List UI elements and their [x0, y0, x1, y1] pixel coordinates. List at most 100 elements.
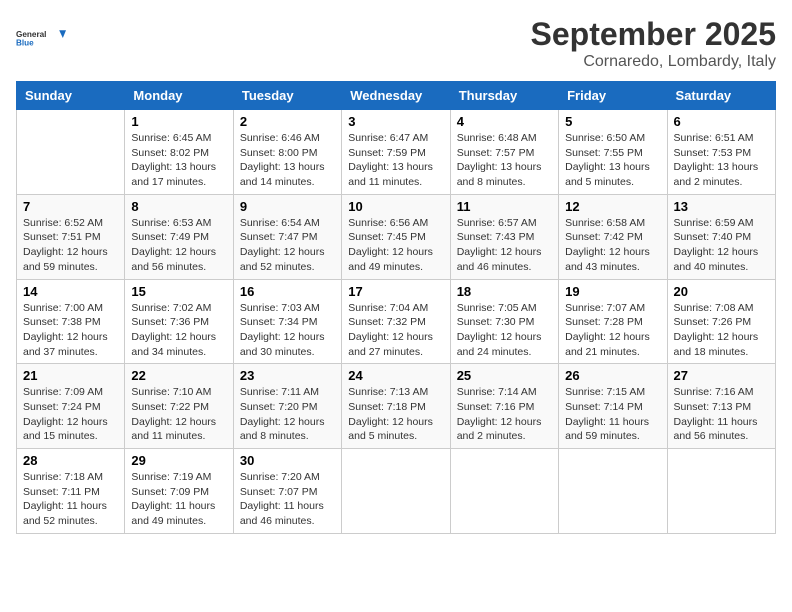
day-info: Sunrise: 7:10 AMSunset: 7:22 PMDaylight:…: [131, 385, 226, 444]
day-number: 10: [348, 199, 443, 214]
day-info: Sunrise: 7:15 AMSunset: 7:14 PMDaylight:…: [565, 385, 660, 444]
day-cell: 17 Sunrise: 7:04 AMSunset: 7:32 PMDayligh…: [342, 279, 450, 364]
location-title: Cornaredo, Lombardy, Italy: [531, 53, 776, 71]
day-cell: 8Sunrise: 6:53 AMSunset: 7:49 PMDaylight…: [125, 194, 233, 279]
day-cell: 30Sunrise: 7:20 AMSunset: 7:07 PMDayligh…: [233, 449, 341, 534]
day-number: 22: [131, 368, 226, 383]
day-number: 17: [348, 284, 443, 299]
day-number: 8: [131, 199, 226, 214]
day-cell: 24Sunrise: 7:13 AMSunset: 7:18 PMDayligh…: [342, 364, 450, 449]
day-info: Sunrise: 7:14 AMSunset: 7:16 PMDaylight:…: [457, 385, 552, 444]
svg-text:Blue: Blue: [16, 38, 34, 47]
day-number: 15: [131, 284, 226, 299]
day-info: Sunrise: 6:52 AMSunset: 7:51 PMDaylight:…: [23, 216, 118, 275]
day-cell: [342, 449, 450, 534]
day-cell: 12 Sunrise: 6:58 AMSunset: 7:42 PMDayligh…: [559, 194, 667, 279]
day-info: Sunrise: 6:50 AMSunset: 7:55 PMDaylight:…: [565, 131, 660, 190]
day-number: 3: [348, 114, 443, 129]
day-info: Sunrise: 7:13 AMSunset: 7:18 PMDaylight:…: [348, 385, 443, 444]
day-number: 19: [565, 284, 660, 299]
day-number: 6: [674, 114, 769, 129]
month-title: September 2025: [531, 16, 776, 53]
week-row-4: 21Sunrise: 7:09 AMSunset: 7:24 PMDayligh…: [17, 364, 776, 449]
day-info: Sunrise: 7:05 AMSunset: 7:30 PMDaylight:…: [457, 301, 552, 360]
day-info: Sunrise: 7:20 AMSunset: 7:07 PMDaylight:…: [240, 470, 335, 529]
day-info: Sunrise: 7:09 AMSunset: 7:24 PMDaylight:…: [23, 385, 118, 444]
day-info: Sunrise: 6:51 AMSunset: 7:53 PMDaylight:…: [674, 131, 769, 190]
header-day-friday: Friday: [559, 82, 667, 110]
day-info: Sunrise: 7:02 AMSunset: 7:36 PMDaylight:…: [131, 301, 226, 360]
day-info: Sunrise: 6:59 AMSunset: 7:40 PMDaylight:…: [674, 216, 769, 275]
day-info: Sunrise: 7:08 AMSunset: 7:26 PMDaylight:…: [674, 301, 769, 360]
day-cell: 29 Sunrise: 7:19 AMSunset: 7:09 PMDayligh…: [125, 449, 233, 534]
day-cell: 9 Sunrise: 6:54 AMSunset: 7:47 PMDaylight…: [233, 194, 341, 279]
day-number: 7: [23, 199, 118, 214]
day-cell: 2 Sunrise: 6:46 AMSunset: 8:00 PMDaylight…: [233, 110, 341, 195]
day-cell: 10 Sunrise: 6:56 AMSunset: 7:45 PMDayligh…: [342, 194, 450, 279]
day-number: 12: [565, 199, 660, 214]
day-cell: 28Sunrise: 7:18 AMSunset: 7:11 PMDayligh…: [17, 449, 125, 534]
day-cell: 6 Sunrise: 6:51 AMSunset: 7:53 PMDaylight…: [667, 110, 775, 195]
day-number: 25: [457, 368, 552, 383]
day-cell: 5 Sunrise: 6:50 AMSunset: 7:55 PMDaylight…: [559, 110, 667, 195]
day-number: 28: [23, 453, 118, 468]
day-cell: [450, 449, 558, 534]
day-info: Sunrise: 6:46 AMSunset: 8:00 PMDaylight:…: [240, 131, 335, 190]
day-info: Sunrise: 7:16 AMSunset: 7:13 PMDaylight:…: [674, 385, 769, 444]
day-cell: 14 Sunrise: 7:00 AMSunset: 7:38 PMDayligh…: [17, 279, 125, 364]
header-day-monday: Monday: [125, 82, 233, 110]
day-cell: 3 Sunrise: 6:47 AMSunset: 7:59 PMDaylight…: [342, 110, 450, 195]
day-cell: 7 Sunrise: 6:52 AMSunset: 7:51 PMDaylight…: [17, 194, 125, 279]
day-info: Sunrise: 7:04 AMSunset: 7:32 PMDaylight:…: [348, 301, 443, 360]
day-cell: 22 Sunrise: 7:10 AMSunset: 7:22 PMDayligh…: [125, 364, 233, 449]
day-cell: [667, 449, 775, 534]
day-number: 5: [565, 114, 660, 129]
day-number: 16: [240, 284, 335, 299]
header-day-thursday: Thursday: [450, 82, 558, 110]
day-info: Sunrise: 6:54 AMSunset: 7:47 PMDaylight:…: [240, 216, 335, 275]
week-row-2: 7 Sunrise: 6:52 AMSunset: 7:51 PMDaylight…: [17, 194, 776, 279]
header: General Blue September 2025 Cornaredo, L…: [16, 16, 776, 71]
day-cell: 21Sunrise: 7:09 AMSunset: 7:24 PMDayligh…: [17, 364, 125, 449]
svg-text:General: General: [16, 30, 46, 39]
day-number: 11: [457, 199, 552, 214]
logo-svg: General Blue: [16, 16, 66, 60]
day-number: 9: [240, 199, 335, 214]
day-number: 13: [674, 199, 769, 214]
day-number: 26: [565, 368, 660, 383]
day-number: 2: [240, 114, 335, 129]
header-row: SundayMondayTuesdayWednesdayThursdayFrid…: [17, 82, 776, 110]
title-area: September 2025 Cornaredo, Lombardy, Ital…: [531, 16, 776, 71]
day-number: 1: [131, 114, 226, 129]
day-info: Sunrise: 6:45 AMSunset: 8:02 PMDaylight:…: [131, 131, 226, 190]
day-cell: 19 Sunrise: 7:07 AMSunset: 7:28 PMDayligh…: [559, 279, 667, 364]
day-number: 14: [23, 284, 118, 299]
day-cell: 13 Sunrise: 6:59 AMSunset: 7:40 PMDayligh…: [667, 194, 775, 279]
day-info: Sunrise: 6:48 AMSunset: 7:57 PMDaylight:…: [457, 131, 552, 190]
logo: General Blue: [16, 16, 66, 60]
week-row-1: 1 Sunrise: 6:45 AMSunset: 8:02 PMDaylight…: [17, 110, 776, 195]
day-cell: 23Sunrise: 7:11 AMSunset: 7:20 PMDayligh…: [233, 364, 341, 449]
day-info: Sunrise: 7:19 AMSunset: 7:09 PMDaylight:…: [131, 470, 226, 529]
day-info: Sunrise: 7:07 AMSunset: 7:28 PMDaylight:…: [565, 301, 660, 360]
day-cell: 11 Sunrise: 6:57 AMSunset: 7:43 PMDayligh…: [450, 194, 558, 279]
day-info: Sunrise: 7:03 AMSunset: 7:34 PMDaylight:…: [240, 301, 335, 360]
day-cell: [17, 110, 125, 195]
day-cell: 25 Sunrise: 7:14 AMSunset: 7:16 PMDayligh…: [450, 364, 558, 449]
day-info: Sunrise: 6:47 AMSunset: 7:59 PMDaylight:…: [348, 131, 443, 190]
day-number: 29: [131, 453, 226, 468]
day-number: 27: [674, 368, 769, 383]
day-cell: 1 Sunrise: 6:45 AMSunset: 8:02 PMDaylight…: [125, 110, 233, 195]
day-cell: 15 Sunrise: 7:02 AMSunset: 7:36 PMDayligh…: [125, 279, 233, 364]
header-day-wednesday: Wednesday: [342, 82, 450, 110]
day-cell: 4Sunrise: 6:48 AMSunset: 7:57 PMDaylight…: [450, 110, 558, 195]
day-cell: 26 Sunrise: 7:15 AMSunset: 7:14 PMDayligh…: [559, 364, 667, 449]
header-day-sunday: Sunday: [17, 82, 125, 110]
week-row-5: 28Sunrise: 7:18 AMSunset: 7:11 PMDayligh…: [17, 449, 776, 534]
day-info: Sunrise: 7:11 AMSunset: 7:20 PMDaylight:…: [240, 385, 335, 444]
day-info: Sunrise: 6:58 AMSunset: 7:42 PMDaylight:…: [565, 216, 660, 275]
day-info: Sunrise: 7:00 AMSunset: 7:38 PMDaylight:…: [23, 301, 118, 360]
day-number: 18: [457, 284, 552, 299]
day-info: Sunrise: 6:56 AMSunset: 7:45 PMDaylight:…: [348, 216, 443, 275]
day-info: Sunrise: 6:57 AMSunset: 7:43 PMDaylight:…: [457, 216, 552, 275]
